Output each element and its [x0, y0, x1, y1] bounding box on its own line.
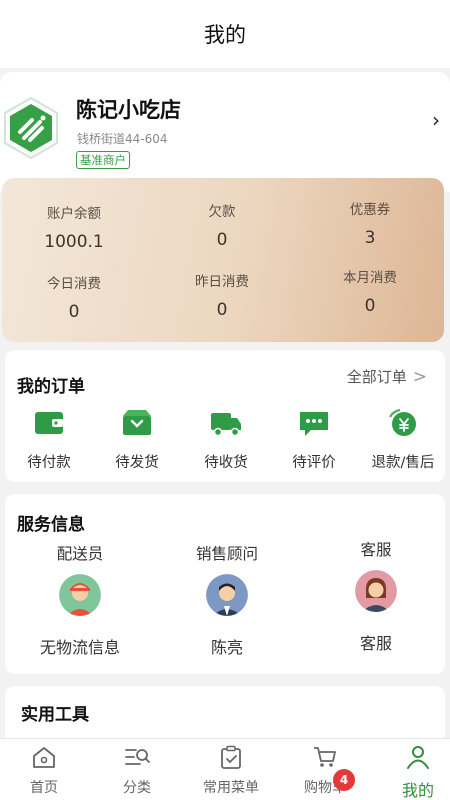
profile-card[interactable]: 陈记小吃店 钱桥街道44-604 基准商户 ›: [0, 72, 450, 192]
truck-icon: [211, 413, 241, 437]
service-card: 服务信息 配送员 无物流信息 销售顾问 陈亮 客服 客服: [5, 494, 445, 674]
page-title: 我的: [204, 23, 246, 47]
customer-service-role: 客服: [360, 541, 392, 559]
cart-badge: 4: [333, 769, 355, 791]
order-pending-shipment-label: 待发货: [115, 455, 159, 471]
customer-service-avatar: [355, 570, 397, 612]
courier-role: 配送员: [56, 545, 104, 563]
yesterday-spend-value: 0: [216, 300, 228, 320]
debt-value: 0: [216, 230, 228, 250]
month-spend-value: 0: [364, 296, 376, 316]
customer-service-item[interactable]: 客服 客服: [311, 538, 441, 654]
yesterday-spend-item[interactable]: 昨日消费 0: [172, 270, 272, 320]
orders-card: 我的订单 全部订单 > 待付款 待发货 待收货 待评价 退款/售后: [5, 350, 445, 482]
coupon-value: 3: [364, 228, 376, 248]
sales-advisor-avatar: [206, 574, 248, 616]
tab-cart[interactable]: 购物车: [285, 745, 365, 797]
tab-mine[interactable]: 我的: [378, 745, 450, 800]
tab-category[interactable]: 分类: [97, 745, 177, 797]
courier-name: 无物流信息: [39, 638, 120, 657]
tab-category-label: 分类: [123, 780, 151, 796]
balance-label: 账户余额: [47, 206, 101, 222]
tab-mine-label: 我的: [401, 781, 434, 800]
home-icon: [33, 747, 55, 768]
shop-name: 陈记小吃店: [76, 98, 181, 122]
courier-item[interactable]: 配送员 无物流信息: [15, 542, 145, 658]
order-pending-review-label: 待评价: [292, 455, 336, 471]
order-pending-shipment[interactable]: 待发货: [97, 408, 177, 472]
account-summary: 账户余额 1000.1 欠款 0 优惠券 3 今日消费 0 昨日消费 0 本月消…: [2, 178, 444, 342]
clipboard-icon: [221, 745, 241, 769]
tab-home[interactable]: 首页: [4, 745, 84, 797]
sales-advisor-name: 陈亮: [210, 638, 243, 657]
tools-title: 实用工具: [21, 705, 89, 725]
shop-address: 钱桥街道44-604: [77, 132, 168, 146]
order-refund[interactable]: 退款/售后: [363, 408, 443, 472]
tools-card: 实用工具: [5, 686, 445, 746]
chevron-right-icon: >: [412, 367, 427, 387]
all-orders-link[interactable]: 全部订单 >: [347, 366, 427, 387]
shop-logo-icon: [4, 96, 58, 160]
comment-icon: [300, 412, 328, 436]
all-orders-label: 全部订单: [346, 368, 407, 386]
today-spend-label: 今日消费: [47, 276, 101, 292]
sales-advisor-role: 销售顾问: [195, 545, 258, 563]
order-pending-receipt-label: 待收货: [204, 455, 248, 471]
tab-common-menu-label: 常用菜单: [203, 780, 259, 796]
today-spend-item[interactable]: 今日消费 0: [24, 272, 124, 322]
debt-label: 欠款: [208, 204, 236, 220]
user-icon: [407, 746, 429, 769]
order-pending-payment-label: 待付款: [27, 455, 71, 471]
sales-advisor-item[interactable]: 销售顾问 陈亮: [162, 542, 292, 658]
refund-icon: [389, 408, 416, 436]
coupon-item[interactable]: 优惠券 3: [320, 198, 420, 248]
top-bar: 我的: [0, 0, 450, 68]
order-refund-label: 退款/售后: [371, 455, 435, 471]
cart-icon: [314, 747, 336, 767]
month-spend-item[interactable]: 本月消费 0: [320, 266, 420, 316]
bottom-tab-bar: 首页 分类 常用菜单 购物车 4 我的: [0, 738, 450, 800]
merchant-tag: 基准商户: [76, 151, 130, 169]
courier-avatar: [59, 574, 101, 616]
balance-value: 1000.1: [44, 232, 104, 252]
wallet-icon: [35, 412, 63, 434]
month-spend-label: 本月消费: [343, 270, 397, 286]
customer-service-name: 客服: [359, 634, 392, 653]
order-pending-review[interactable]: 待评价: [274, 408, 354, 472]
today-spend-value: 0: [68, 302, 80, 322]
order-pending-payment[interactable]: 待付款: [9, 408, 89, 472]
orders-title: 我的订单: [17, 377, 85, 397]
box-icon: [123, 410, 151, 435]
balance-item[interactable]: 账户余额 1000.1: [24, 202, 124, 252]
tab-common-menu[interactable]: 常用菜单: [191, 745, 271, 797]
service-title: 服务信息: [17, 515, 85, 535]
order-pending-receipt[interactable]: 待收货: [186, 408, 266, 472]
yesterday-spend-label: 昨日消费: [195, 274, 249, 290]
coupon-label: 优惠券: [349, 202, 391, 218]
chevron-right-icon[interactable]: ›: [432, 108, 440, 132]
debt-item[interactable]: 欠款 0: [172, 200, 272, 250]
tab-home-label: 首页: [30, 780, 58, 796]
category-icon: [125, 749, 150, 765]
